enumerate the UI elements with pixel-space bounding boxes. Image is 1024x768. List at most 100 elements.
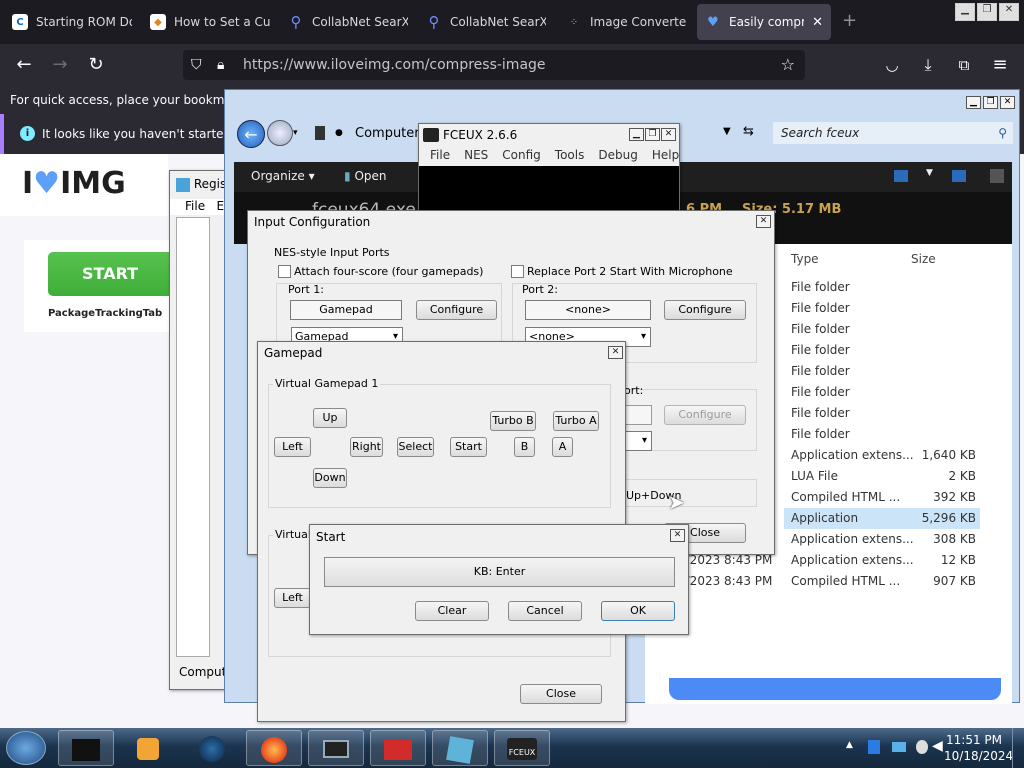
forward-icon[interactable]: → <box>46 44 74 86</box>
file-list-row[interactable]: File folder <box>784 277 980 298</box>
open-button[interactable]: ▮ Open <box>344 169 387 183</box>
monitor-icon[interactable] <box>308 730 364 766</box>
forward-icon[interactable] <box>267 120 293 146</box>
down-button[interactable]: Down <box>313 468 347 488</box>
file-list-row[interactable]: File folder <box>784 403 980 424</box>
maximize-icon[interactable]: ❐ <box>983 96 998 109</box>
back-icon[interactable]: ← <box>10 44 38 86</box>
browser-tab[interactable]: ◆ How to Set a Cust <box>142 4 270 40</box>
toolbox-icon[interactable] <box>370 730 426 766</box>
browser-tab-active[interactable]: ♥ Easily compres ✕ <box>697 4 831 40</box>
view-icon[interactable] <box>894 170 908 182</box>
four-score-checkbox[interactable] <box>278 265 291 278</box>
new-tab-button[interactable]: + <box>842 10 857 31</box>
cancel-button[interactable]: Cancel <box>508 601 582 621</box>
file-list-row[interactable]: Application extens... 1,640 KB <box>784 445 980 466</box>
close-icon[interactable]: ✕ <box>1000 96 1015 109</box>
url-bar[interactable]: ⛉ 🔒︎ https://www.iloveimg.com/compress-i… <box>183 50 805 80</box>
b-button[interactable]: B <box>514 437 535 457</box>
left-button[interactable]: Left <box>274 437 311 457</box>
start-button[interactable]: Start <box>450 437 487 457</box>
registry-icon[interactable] <box>432 730 488 766</box>
clock[interactable]: 11:51 PM 10/18/2024 <box>944 732 1013 764</box>
organize-button[interactable]: Organize ▾ <box>251 169 315 183</box>
minimize-icon[interactable]: ▁ <box>955 3 975 21</box>
file-list-row[interactable]: Compiled HTML ... 392 KB <box>784 487 980 508</box>
port1-configure-button[interactable]: Configure <box>416 300 497 320</box>
iloveimg-logo[interactable]: I♥IMG <box>22 166 126 201</box>
help-icon[interactable] <box>990 169 1004 183</box>
close-icon[interactable]: ✕ <box>670 529 685 542</box>
file-list-row[interactable]: Application 5,296 KB <box>784 508 980 529</box>
history-dropdown-icon[interactable]: ▾ <box>293 128 298 138</box>
file-list-row[interactable]: File folder <box>784 340 980 361</box>
famicom-configure-button[interactable]: Configure <box>664 405 746 425</box>
menu-file[interactable]: File <box>185 199 205 213</box>
file-list-row[interactable]: File folder <box>784 424 980 445</box>
file-list-row[interactable]: File folder <box>784 298 980 319</box>
menu-config[interactable]: Config <box>495 146 548 166</box>
column-type[interactable]: Type <box>791 252 819 266</box>
famicom-select[interactable] <box>624 431 652 451</box>
tray-expand-icon[interactable]: ▲ <box>846 740 853 750</box>
select-button[interactable]: Select <box>397 437 434 457</box>
show-desktop-button[interactable] <box>1012 728 1024 768</box>
up-button[interactable]: Up <box>313 408 347 428</box>
right-button[interactable]: Right <box>350 437 383 457</box>
ok-button[interactable]: OK <box>601 601 675 621</box>
file-list-row[interactable]: Compiled HTML ... 907 KB <box>784 571 980 592</box>
minimize-icon[interactable]: ▁ <box>629 128 644 141</box>
maximize-icon[interactable]: ❐ <box>977 3 997 21</box>
file-list-row[interactable]: Application extens... 308 KB <box>784 529 980 550</box>
close-icon[interactable]: ✕ <box>608 346 623 359</box>
pocket-icon[interactable]: ◡ <box>878 44 906 86</box>
firefox-icon[interactable] <box>246 730 302 766</box>
file-list-row[interactable]: File folder <box>784 319 980 340</box>
view-dropdown-icon[interactable]: ▼ <box>926 168 933 178</box>
mic-checkbox[interactable] <box>511 265 524 278</box>
browser-tab[interactable]: ⁘ Image Converter <box>558 4 686 40</box>
address-dropdown-icon[interactable]: ▼ <box>723 126 731 137</box>
start-now-button[interactable]: START NOW <box>48 252 178 327</box>
browser-tab[interactable]: ⚲ CollabNet SearXN <box>280 4 409 40</box>
regedit-tree[interactable] <box>176 217 210 657</box>
browser-tab[interactable]: C Starting ROM Dow <box>4 4 132 40</box>
turbo-b-button[interactable]: Turbo B <box>490 411 536 431</box>
close-icon[interactable]: ✕ <box>661 128 676 141</box>
tray-app-icon[interactable] <box>868 740 880 754</box>
terminal-icon[interactable] <box>58 730 114 766</box>
turbo-a-button[interactable]: Turbo A <box>553 411 599 431</box>
refresh-icon[interactable]: ⇆ <box>743 124 754 139</box>
fceux-game-screen[interactable] <box>419 166 679 216</box>
volume-icon[interactable]: ◀ <box>932 738 943 754</box>
close-icon[interactable]: ✕ <box>999 3 1019 21</box>
column-size[interactable]: Size <box>911 252 936 266</box>
menu-tools[interactable]: Tools <box>548 146 592 166</box>
left-button-2[interactable]: Left <box>274 588 311 608</box>
extensions-icon[interactable]: ⧉ <box>950 44 978 86</box>
fceux-icon[interactable]: FCEUX <box>494 730 550 766</box>
preview-pane-icon[interactable] <box>952 170 966 182</box>
bookmark-star-icon[interactable]: ☆ <box>781 50 795 80</box>
back-icon[interactable]: ← <box>237 120 265 148</box>
menu-help[interactable]: Help <box>645 146 686 166</box>
tray-network-icon[interactable] <box>916 740 928 754</box>
tray-monitor-icon[interactable] <box>892 742 906 752</box>
address-breadcrumb[interactable]: Computer <box>355 126 420 141</box>
start-orb-icon[interactable] <box>6 731 46 765</box>
a-button[interactable]: A <box>552 437 573 457</box>
port2-configure-button[interactable]: Configure <box>664 300 746 320</box>
file-list-row[interactable]: Application extens... 12 KB <box>784 550 980 571</box>
maximize-icon[interactable]: ❐ <box>645 128 660 141</box>
menu-debug[interactable]: Debug <box>591 146 644 166</box>
file-list-row[interactable]: File folder <box>784 382 980 403</box>
file-list-row[interactable]: LUA File 2 KB <box>784 466 980 487</box>
clear-button[interactable]: Clear <box>415 601 489 621</box>
menu-file[interactable]: File <box>423 146 457 166</box>
close-icon[interactable]: ✕ <box>756 215 771 228</box>
search-box[interactable]: Search fceux ⚲ <box>773 122 1013 144</box>
media-player-icon[interactable] <box>120 730 176 766</box>
downloads-icon[interactable]: ⤓ <box>914 44 942 86</box>
minimize-icon[interactable]: ▁ <box>966 96 981 109</box>
menu-nes[interactable]: NES <box>457 146 495 166</box>
